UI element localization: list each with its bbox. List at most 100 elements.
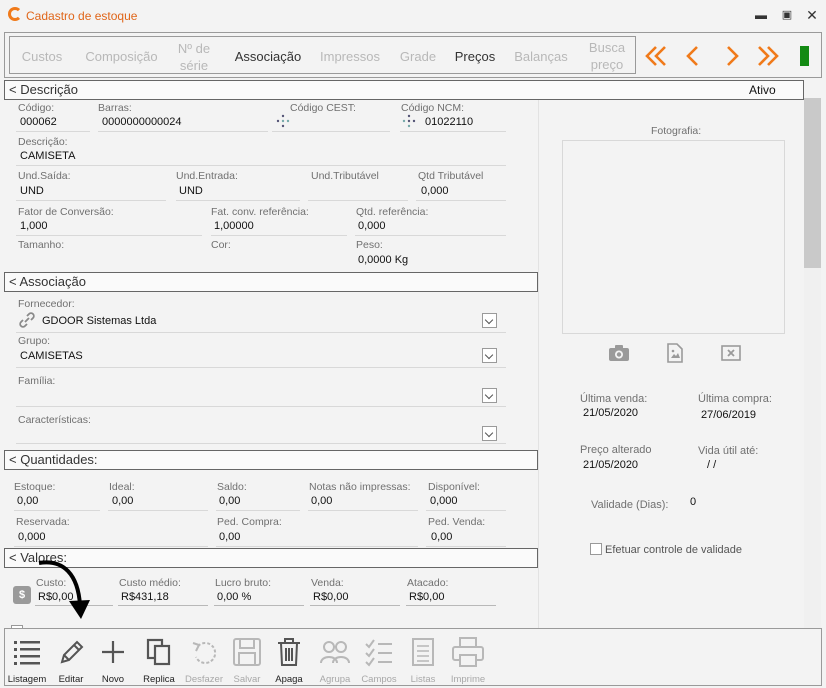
- section-associacao-header[interactable]: < Associação: [4, 272, 538, 292]
- lucro-field[interactable]: 0,00 %: [217, 591, 251, 603]
- close-icon[interactable]: ✕: [803, 6, 821, 24]
- double-chevron-left-icon[interactable]: [641, 42, 669, 70]
- grupo-field[interactable]: CAMISETAS: [20, 350, 83, 362]
- app-logo-icon: [8, 7, 22, 21]
- familia-label: Família:: [18, 375, 56, 387]
- camera-icon[interactable]: [608, 344, 630, 362]
- desfazer-button[interactable]: Desfazer: [183, 629, 225, 687]
- und-entrada-label: Und.Entrada:: [176, 170, 238, 182]
- familia-dropdown-button[interactable]: [482, 388, 497, 403]
- validade-value[interactable]: 0: [690, 496, 696, 508]
- section-descricao-header[interactable]: < Descrição Ativo: [4, 80, 804, 100]
- listas-button[interactable]: Listas: [403, 629, 443, 687]
- tab-composicao[interactable]: Composição: [74, 37, 169, 75]
- agrupa-button[interactable]: Agrupa: [313, 629, 357, 687]
- ped-compra-field[interactable]: 0,00: [219, 531, 240, 543]
- listas-label: Listas: [410, 674, 436, 685]
- caracteristicas-dropdown-button[interactable]: [482, 426, 497, 441]
- ultima-venda-value: 21/05/2020: [583, 407, 639, 419]
- listagem-button[interactable]: Listagem: [7, 629, 47, 687]
- peso-field[interactable]: 0,0000 Kg: [358, 254, 408, 266]
- apaga-button[interactable]: Apaga: [269, 629, 309, 687]
- salvar-button[interactable]: Salvar: [227, 629, 267, 687]
- chevron-left-icon[interactable]: [679, 42, 707, 70]
- qtd-ref-label: Qtd. referência:: [356, 206, 429, 218]
- descricao-field[interactable]: CAMISETA: [20, 150, 75, 162]
- ncm-field[interactable]: 01022110: [425, 116, 473, 128]
- checklist-icon: [365, 639, 392, 667]
- ultima-venda-label: Última venda:: [580, 393, 648, 405]
- ideal-field[interactable]: 0,00: [112, 495, 133, 507]
- und-saida-field[interactable]: UND: [20, 185, 44, 197]
- und-saida-underline: [16, 200, 166, 201]
- qtd-tributavel-field[interactable]: 0,000: [421, 185, 449, 197]
- reservada-field[interactable]: 0,000: [18, 531, 46, 543]
- tab-numero-serie[interactable]: Nº de série: [169, 37, 219, 75]
- tab-busca-preco[interactable]: Busca preço: [584, 37, 630, 75]
- codigo-field[interactable]: 000062: [20, 116, 57, 128]
- desfazer-label: Desfazer: [184, 674, 223, 685]
- qtd-tributavel-label: Qtd Tributável: [418, 170, 484, 182]
- photo-box[interactable]: [562, 140, 785, 334]
- fat-ref-field[interactable]: 1,00000: [214, 220, 254, 232]
- pointer-arrow-icon: [38, 560, 90, 619]
- dollar-icon[interactable]: $: [13, 586, 31, 604]
- pencil-icon: [60, 640, 84, 664]
- campos-button[interactable]: Campos: [357, 629, 401, 687]
- ncm-label: Código NCM:: [401, 102, 465, 114]
- custo-medio-field[interactable]: R$431,18: [121, 591, 169, 603]
- double-chevron-right-icon[interactable]: [755, 42, 783, 70]
- remove-photo-icon[interactable]: [721, 344, 741, 362]
- tab-custos[interactable]: Custos: [10, 37, 74, 75]
- fornecedor-field[interactable]: GDOOR Sistemas Ltda: [42, 315, 156, 327]
- section-quantidades-header[interactable]: < Quantidades:: [4, 450, 538, 470]
- minimize-icon[interactable]: ▬: [752, 6, 770, 24]
- scrollbar-thumb[interactable]: [804, 98, 821, 268]
- salvar-label: Salvar: [233, 674, 261, 685]
- maximize-icon[interactable]: ▣: [778, 6, 796, 24]
- tab-associacao[interactable]: Associação: [228, 37, 308, 75]
- fator-label: Fator de Conversão:: [18, 206, 114, 218]
- tab-impressos[interactable]: Impressos: [310, 37, 390, 75]
- notas-field[interactable]: 0,00: [311, 495, 332, 507]
- replica-button[interactable]: Replica: [139, 629, 179, 687]
- notas-underline: [308, 510, 418, 511]
- tab-grade[interactable]: Grade: [390, 37, 446, 75]
- ncm-search-icon[interactable]: [402, 114, 416, 128]
- ideal-label: Ideal:: [109, 481, 135, 493]
- venda-field[interactable]: R$0,00: [313, 591, 348, 603]
- qtd-tributavel-underline: [416, 200, 506, 201]
- ideal-underline: [108, 510, 208, 511]
- cest-search-icon[interactable]: [276, 114, 290, 128]
- barras-label: Barras:: [98, 102, 132, 114]
- ped-venda-label: Ped. Venda:: [428, 516, 486, 528]
- und-entrada-field[interactable]: UND: [179, 185, 203, 197]
- und-entrada-underline: [176, 200, 300, 201]
- atacado-field[interactable]: R$0,00: [409, 591, 444, 603]
- image-file-icon[interactable]: [667, 343, 683, 363]
- preco-alterado-label: Preço alterado: [580, 444, 652, 456]
- vida-util-value[interactable]: / /: [707, 459, 716, 471]
- fornecedor-dropdown-button[interactable]: [482, 313, 497, 328]
- ped-venda-field[interactable]: 0,00: [431, 531, 452, 543]
- codigo-underline: [16, 131, 90, 132]
- controle-validade-checkbox[interactable]: [590, 543, 602, 555]
- saldo-underline: [216, 510, 300, 511]
- estoque-field[interactable]: 0,00: [17, 495, 38, 507]
- grupo-underline: [16, 367, 506, 368]
- qtd-ref-field[interactable]: 0,000: [358, 220, 386, 232]
- title-bar: Cadastro de estoque ▬ ▣ ✕: [0, 0, 826, 30]
- disponivel-field[interactable]: 0,000: [430, 495, 458, 507]
- link-icon[interactable]: [18, 311, 36, 329]
- tab-balancas[interactable]: Balanças: [506, 37, 576, 75]
- imprime-button[interactable]: Imprime: [445, 629, 491, 687]
- chevron-right-icon[interactable]: [718, 42, 746, 70]
- fator-field[interactable]: 1,000: [20, 220, 48, 232]
- saldo-field[interactable]: 0,00: [219, 495, 240, 507]
- novo-button[interactable]: Novo: [95, 629, 131, 687]
- grupo-dropdown-button[interactable]: [482, 348, 497, 363]
- tab-precos[interactable]: Preços: [446, 37, 504, 75]
- disponivel-label: Disponível:: [428, 481, 480, 493]
- barras-field[interactable]: 0000000000024: [102, 116, 182, 128]
- editar-button[interactable]: Editar: [50, 629, 92, 687]
